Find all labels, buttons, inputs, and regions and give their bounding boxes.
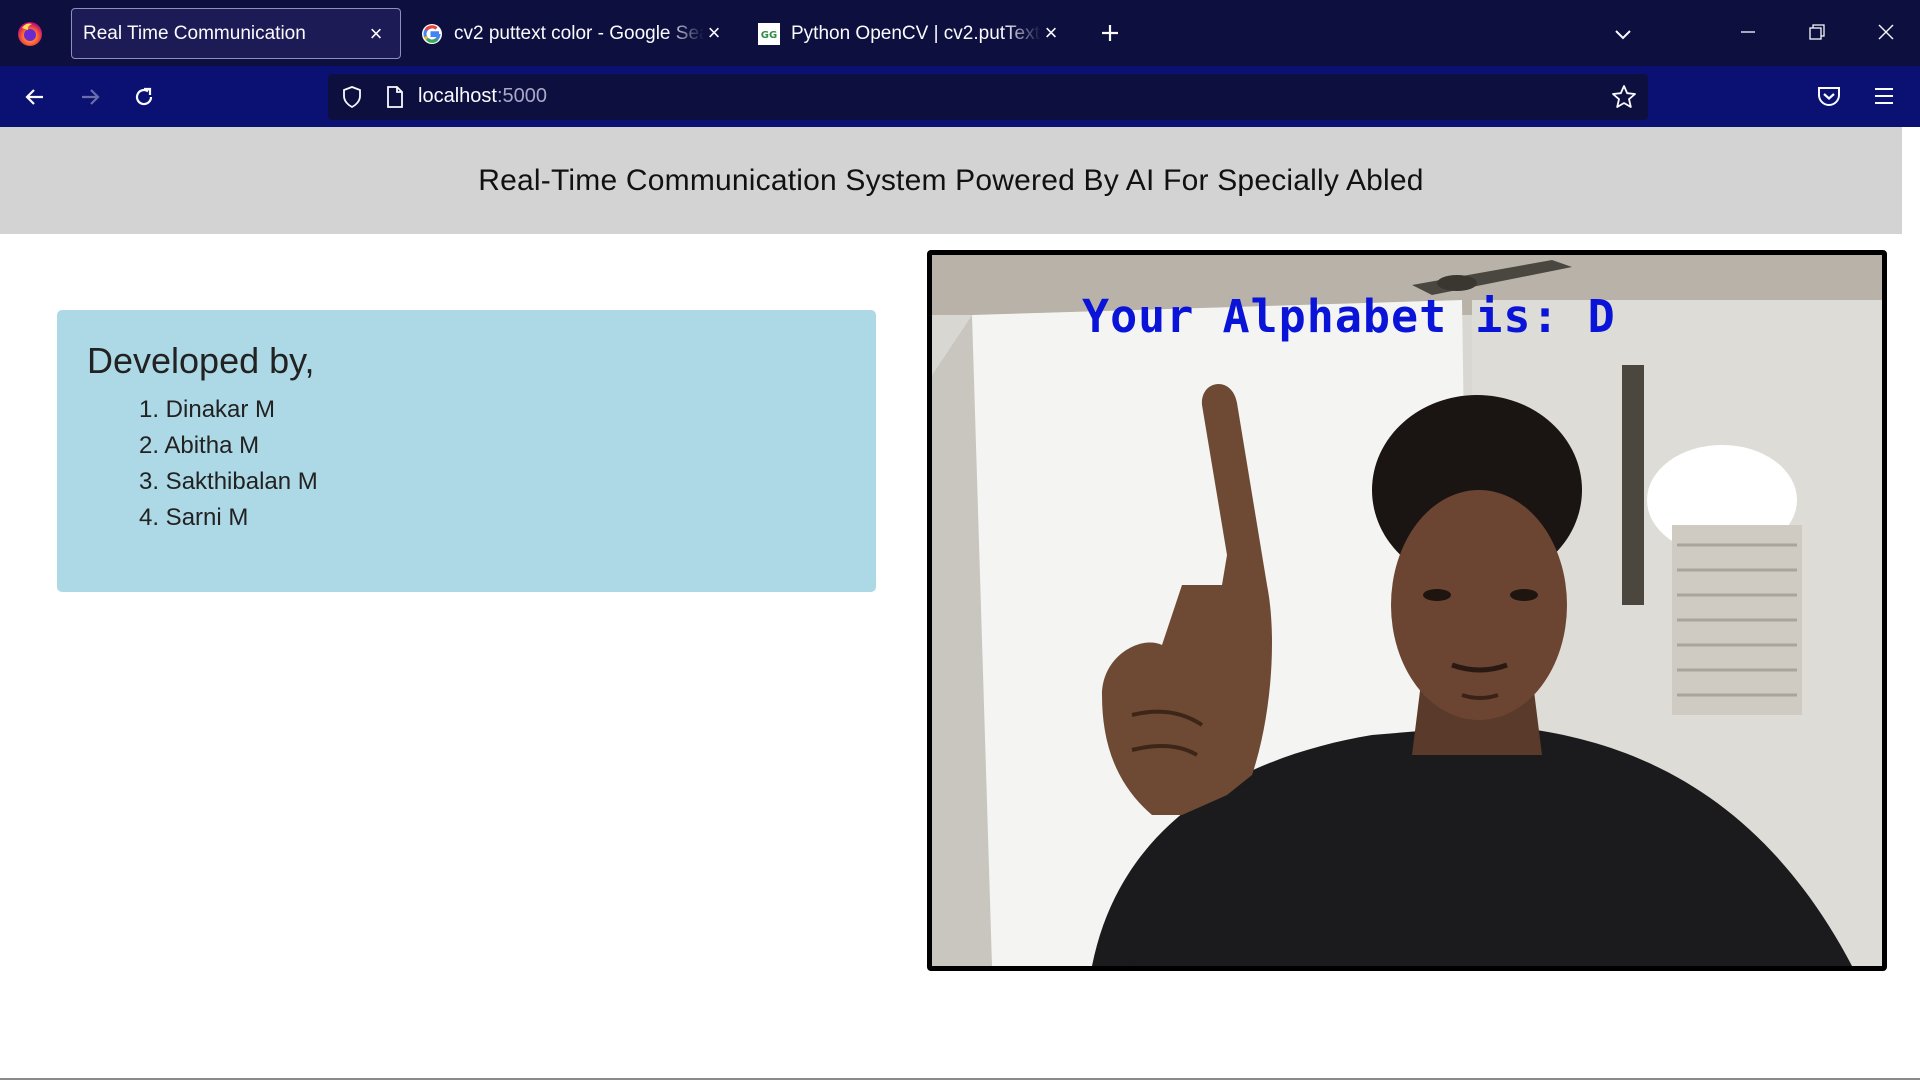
alphabet-caption: Your Alphabet is: D	[1082, 290, 1616, 343]
camera-feed: Your Alphabet is: D	[927, 250, 1887, 971]
gfg-icon: GG	[757, 22, 781, 46]
list-item: 1. Dinakar M	[139, 396, 276, 423]
firefox-icon[interactable]	[14, 18, 46, 50]
tab-bar: Real Time Communication × cv2 puttext co…	[0, 0, 1920, 66]
close-window-icon[interactable]	[1864, 10, 1908, 54]
restore-icon[interactable]	[1795, 10, 1839, 54]
star-icon[interactable]	[1611, 84, 1637, 115]
url-text[interactable]: localhost:5000	[418, 85, 547, 108]
reload-icon[interactable]	[127, 80, 161, 114]
tab-title: Real Time Communication	[83, 22, 306, 44]
svg-text:GG: GG	[761, 30, 777, 41]
url-host: localhost	[418, 85, 497, 107]
list-item: 4. Sarni M	[139, 504, 249, 531]
page-title: Real-Time Communication System Powered B…	[478, 163, 1424, 197]
close-icon[interactable]: ×	[702, 20, 726, 45]
developers-card: Developed by, 1. Dinakar M 2. Abitha M 3…	[57, 310, 876, 592]
close-icon[interactable]: ×	[1039, 20, 1063, 45]
back-icon[interactable]	[18, 80, 52, 114]
tab-real-time-communication[interactable]: Real Time Communication ×	[71, 8, 401, 59]
tab-google-search[interactable]: cv2 puttext color - Google Search ×	[418, 8, 728, 59]
developers-list: 1. Dinakar M 2. Abitha M 3. Sakthibalan …	[87, 392, 846, 536]
forward-icon[interactable]	[73, 80, 107, 114]
camera-image	[932, 255, 1882, 966]
list-item: 3. Sakthibalan M	[139, 468, 318, 495]
page-content: Real-Time Communication System Powered B…	[0, 127, 1920, 1080]
menu-icon[interactable]	[1871, 83, 1897, 114]
page-icon[interactable]	[384, 85, 406, 114]
close-icon[interactable]: ×	[364, 21, 388, 46]
tab-title: Python OpenCV | cv2.putText() method	[791, 22, 1041, 44]
url-bar[interactable]: localhost:5000	[328, 74, 1648, 120]
tab-title: cv2 puttext color - Google Search	[454, 22, 704, 44]
plus-icon[interactable]	[1094, 17, 1126, 49]
minimize-icon[interactable]	[1726, 10, 1770, 54]
tab-python-opencv[interactable]: GG Python OpenCV | cv2.putText() method …	[755, 8, 1065, 59]
chevron-down-icon[interactable]	[1608, 19, 1638, 49]
google-icon	[420, 22, 444, 46]
url-port: :5000	[496, 85, 547, 107]
shield-icon[interactable]	[340, 85, 364, 114]
pocket-icon[interactable]	[1816, 83, 1842, 114]
page-header: Real-Time Communication System Powered B…	[0, 127, 1902, 234]
developers-heading: Developed by,	[87, 340, 315, 381]
list-item: 2. Abitha M	[139, 432, 260, 459]
